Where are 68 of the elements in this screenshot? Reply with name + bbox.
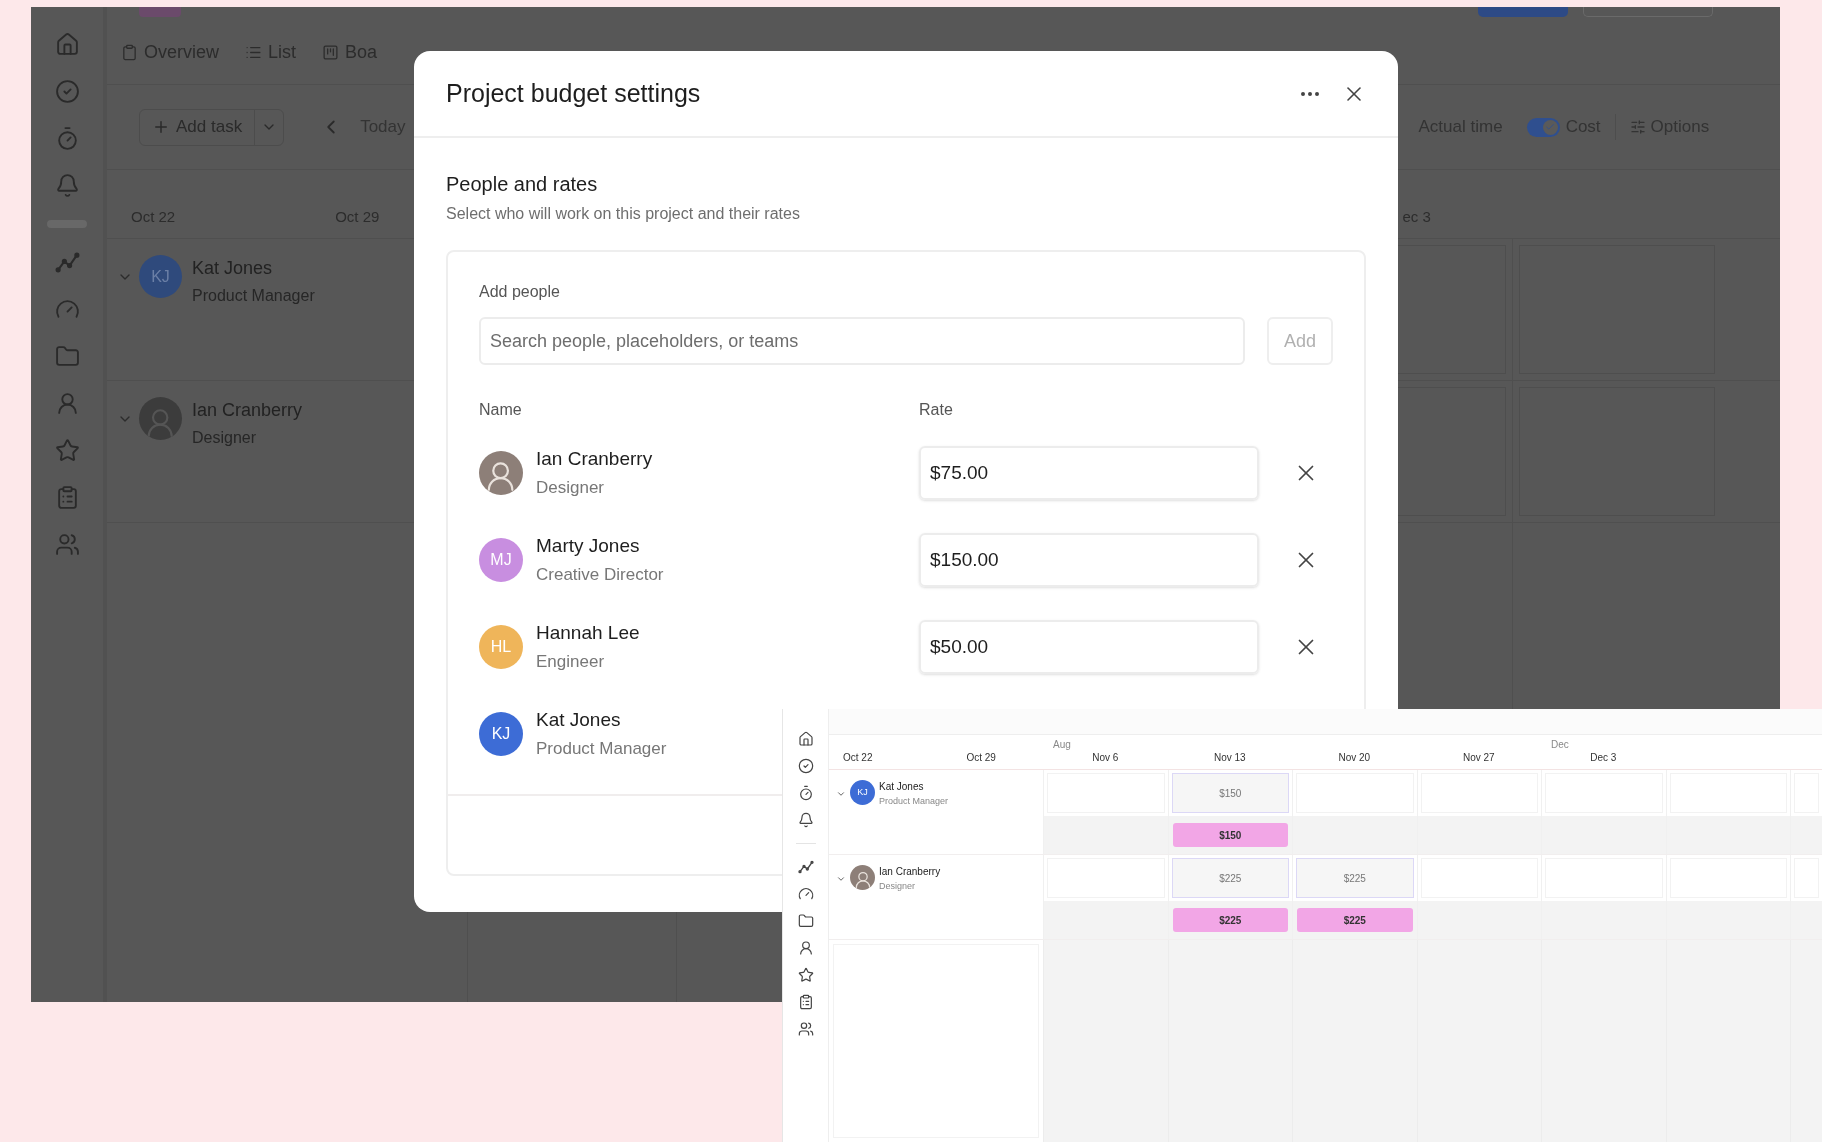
avatar-silhouette <box>139 397 182 440</box>
tab-icon <box>121 44 138 61</box>
avatar: KJ <box>850 780 875 805</box>
check-circle-icon[interactable] <box>797 758 814 774</box>
folder-icon[interactable] <box>797 913 814 929</box>
sliders-icon <box>1629 119 1646 135</box>
estimate-cell: $150 <box>1171 773 1289 813</box>
star-icon[interactable] <box>797 967 814 983</box>
dialog-title: Project budget settings <box>446 77 701 109</box>
users-icon[interactable] <box>797 1021 814 1037</box>
cost-bar: $225 <box>1297 908 1413 932</box>
bell-icon[interactable] <box>797 812 814 828</box>
avatar: KJ <box>139 255 182 298</box>
rate-field[interactable]: $150.00 <box>919 532 1259 587</box>
estimate-cell: $225 <box>1296 858 1414 898</box>
chevron-down-icon[interactable] <box>836 789 846 799</box>
estimate-cell: $225 <box>1171 858 1289 898</box>
check-circle-icon[interactable] <box>54 79 80 104</box>
cost-bar: $225 <box>1172 908 1288 932</box>
tab-icon <box>245 44 262 61</box>
search-people-field[interactable]: Search people, placeholders, or teams <box>479 317 1245 365</box>
cost-bar: $150 <box>1172 823 1288 847</box>
home-icon[interactable] <box>797 731 814 747</box>
week-label: Oct 29 <box>966 751 996 765</box>
person-name: Marty Jones <box>536 533 641 558</box>
gauge-icon[interactable] <box>797 886 814 902</box>
week-label: Nov 13 <box>1213 752 1246 763</box>
month-label: Aug <box>1053 739 1071 750</box>
week-label: Nov 6 <box>1092 752 1119 763</box>
add-people-label: Add people <box>479 282 561 302</box>
avatar: KJ <box>479 711 523 756</box>
person-name: Ian Cranberry <box>536 446 653 471</box>
section-title: People and rates <box>446 172 599 197</box>
rate-field[interactable]: $50.00 <box>919 619 1259 674</box>
tab-icon <box>322 44 340 61</box>
clipboard-icon[interactable] <box>797 994 814 1010</box>
rate-field[interactable]: $75.00 <box>919 445 1259 500</box>
person-role: Designer <box>879 880 917 893</box>
avatar: MJ <box>479 537 523 582</box>
column-header: Name <box>479 400 523 420</box>
avatar-silhouette <box>850 865 875 890</box>
line-chart-icon[interactable] <box>797 859 814 875</box>
person-role: Designer <box>536 477 606 499</box>
person-name: Ian Cranberry <box>879 865 941 879</box>
person-name: Hannah Lee <box>536 620 640 645</box>
month-label: Dec <box>1551 739 1569 750</box>
column-header: Rate <box>919 400 953 420</box>
person-role: Creative Director <box>536 564 664 586</box>
user-icon[interactable] <box>797 940 814 956</box>
chevron-down-icon[interactable] <box>836 874 846 884</box>
person-name: Kat Jones <box>536 707 622 732</box>
person-role: Engineer <box>536 651 606 673</box>
timer-icon[interactable] <box>797 785 814 801</box>
week-label: Nov 20 <box>1338 752 1371 763</box>
avatar: HL <box>479 624 523 669</box>
week-label: Nov 27 <box>1462 752 1495 763</box>
person-role: Product Manager <box>536 738 667 760</box>
project-icon <box>139 7 181 17</box>
week-label: Oct 22 <box>843 751 873 765</box>
star-icon[interactable] <box>54 438 80 463</box>
week-label: Dec 3 <box>1590 752 1617 763</box>
cost-toggle[interactable] <box>1526 117 1560 137</box>
plus-icon <box>152 118 170 136</box>
person-role: Product Manager <box>879 795 949 808</box>
check-icon <box>1545 122 1556 132</box>
person-name: Kat Jones <box>879 780 925 794</box>
avatar-silhouette <box>479 450 523 495</box>
section-subtitle: Select who will work on this project and their rates <box>446 204 801 224</box>
